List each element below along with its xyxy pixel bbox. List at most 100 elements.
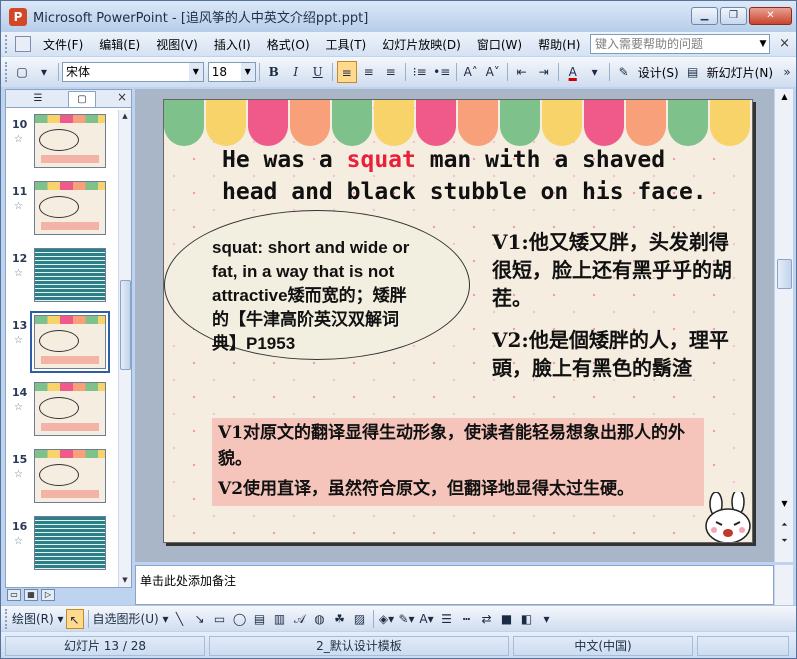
font-name-select[interactable]: 宋体 ▼ xyxy=(62,62,204,82)
outline-tab-icon[interactable]: ☰ xyxy=(24,91,52,107)
font-size-select[interactable]: 18 ▼ xyxy=(207,62,256,82)
document-icon[interactable] xyxy=(15,36,31,52)
arrow-icon[interactable]: ↘ xyxy=(191,609,209,629)
decrease-font-icon[interactable]: A˅ xyxy=(483,61,503,83)
vertical-textbox-icon[interactable]: ▥ xyxy=(271,609,289,629)
textbox-icon[interactable]: ▤ xyxy=(251,609,269,629)
select-objects-icon[interactable]: ↖ xyxy=(65,608,84,629)
slide-sorter-view-icon[interactable]: ▦ xyxy=(24,589,38,601)
menu-file[interactable]: 文件(F) xyxy=(35,36,91,53)
line-icon[interactable]: ╲ xyxy=(171,609,189,629)
dash-style-icon[interactable]: ┅ xyxy=(458,609,476,629)
help-dropdown-icon[interactable]: ▼ xyxy=(757,35,769,53)
shadow-icon[interactable]: ■ xyxy=(498,609,516,629)
3d-style-icon[interactable]: ◧ xyxy=(518,609,536,629)
slide-thumbnail[interactable] xyxy=(34,382,106,436)
align-left-icon[interactable]: ≡ xyxy=(336,61,357,83)
line-style-icon[interactable]: ☰ xyxy=(438,609,456,629)
current-slide[interactable]: He was a squat man with a shaved head an… xyxy=(163,99,753,543)
slide-thumbnail-item[interactable]: 11 ☆ xyxy=(6,177,114,235)
slide-thumbnail-item[interactable]: 12 ☆ xyxy=(6,244,114,302)
notes-scrollbar[interactable] xyxy=(774,565,793,605)
versions-textbox[interactable]: V1:他又矮又胖，头发剃得很短，脸上还有黑乎乎的胡茬。 V2:他是個矮胖的人，理… xyxy=(492,228,732,396)
bold-button[interactable]: B xyxy=(264,61,284,83)
slide-thumbnail-item[interactable]: 10 ☆ xyxy=(6,110,114,168)
slide-thumbnail-item[interactable]: 16 ☆ xyxy=(6,512,114,570)
toolbar-grip-icon[interactable] xyxy=(5,608,11,629)
slide-thumbnail-item[interactable]: 14 ☆ xyxy=(6,378,114,436)
scrollbar-thumb[interactable] xyxy=(120,280,131,370)
underline-button[interactable]: U xyxy=(308,61,328,83)
toolbar-options-icon[interactable]: ▾ xyxy=(538,609,556,629)
comparison-textbox[interactable]: V1对原文的翻译显得生动形象，使读者能轻易想象出那人的外貌。 V2使用直译，虽然… xyxy=(212,418,704,506)
slide-area-scrollbar[interactable]: ▲ ▼ ⏶ ⏷ xyxy=(774,89,793,562)
increase-font-icon[interactable]: A˄ xyxy=(461,61,481,83)
notes-input[interactable]: 单击此处添加备注 xyxy=(135,565,774,605)
slide-thumbnail[interactable] xyxy=(34,114,106,168)
menu-format[interactable]: 格式(O) xyxy=(259,36,318,53)
previous-slide-icon[interactable]: ⏶ xyxy=(777,518,792,532)
slideshow-view-icon[interactable]: ▷ xyxy=(41,589,55,601)
fill-color-icon[interactable]: ◈▾ xyxy=(378,609,396,629)
definition-text[interactable]: squat: short and wide or fat, in a way t… xyxy=(212,236,422,356)
scrollbar-thumb[interactable] xyxy=(777,259,792,289)
slides-pane-scrollbar[interactable]: ▲ ▼ xyxy=(118,110,131,587)
chevron-down-icon[interactable]: ▼ xyxy=(188,63,203,81)
close-icon[interactable]: ✕ xyxy=(749,7,792,25)
menu-help[interactable]: 帮助(H) xyxy=(530,36,588,53)
toolbar-grip-icon[interactable] xyxy=(5,62,11,82)
picture-icon[interactable]: ▨ xyxy=(351,609,369,629)
decrease-indent-icon[interactable]: ⇤ xyxy=(512,61,532,83)
design-button[interactable]: 设计(S) xyxy=(635,64,682,81)
scroll-down-icon[interactable]: ▼ xyxy=(777,496,792,512)
rectangle-icon[interactable]: ▭ xyxy=(211,609,229,629)
autoshapes-menu-button[interactable]: 自选图形(U) ▾ xyxy=(93,609,169,629)
scroll-down-icon[interactable]: ▼ xyxy=(119,574,131,587)
new-slide-button[interactable]: 新幻灯片(N) xyxy=(704,64,776,81)
wordart-icon[interactable]: 𝒜 xyxy=(291,609,309,629)
increase-indent-icon[interactable]: ⇥ xyxy=(534,61,554,83)
help-search-input[interactable]: 键入需要帮助的问题 xyxy=(590,34,770,54)
slide-thumbnail[interactable] xyxy=(34,248,106,302)
draw-menu-button[interactable]: 绘图(R) ▾ xyxy=(12,609,64,629)
menu-slideshow[interactable]: 幻灯片放映(D) xyxy=(374,36,469,53)
clipart-icon[interactable]: ☘ xyxy=(331,609,349,629)
pane-close-icon[interactable]: × xyxy=(117,90,127,104)
menu-view[interactable]: 视图(V) xyxy=(148,36,206,53)
scroll-up-icon[interactable]: ▲ xyxy=(777,89,792,105)
next-slide-icon[interactable]: ⏷ xyxy=(777,534,792,548)
line-color-icon[interactable]: ✎▾ xyxy=(398,609,416,629)
minimize-icon[interactable]: ▁ xyxy=(691,7,718,25)
align-center-icon[interactable]: ≡ xyxy=(359,61,379,83)
slide-thumbnail[interactable] xyxy=(34,449,106,503)
oval-icon[interactable]: ◯ xyxy=(231,609,249,629)
menu-insert[interactable]: 插入(I) xyxy=(206,36,259,53)
slide-thumbnail-item[interactable]: 15 ☆ xyxy=(6,445,114,503)
align-right-icon[interactable]: ≡ xyxy=(381,61,401,83)
numbering-icon[interactable]: ⁝≡ xyxy=(410,61,430,83)
restore-icon[interactable]: ❐ xyxy=(720,7,747,25)
arrow-style-icon[interactable]: ⇄ xyxy=(478,609,496,629)
new-document-icon[interactable]: ▢ xyxy=(12,61,32,83)
slide-thumbnail-item[interactable]: 13 ☆ xyxy=(6,311,114,373)
slide-thumbnail[interactable] xyxy=(34,516,106,570)
font-color-icon[interactable]: A▾ xyxy=(418,609,436,629)
diagram-icon[interactable]: ◍ xyxy=(311,609,329,629)
menu-edit[interactable]: 编辑(E) xyxy=(91,36,148,53)
bullets-icon[interactable]: •≡ xyxy=(432,61,452,83)
menu-tools[interactable]: 工具(T) xyxy=(318,36,375,53)
chevron-down-icon[interactable]: ▼ xyxy=(240,63,255,81)
font-color-icon[interactable]: A xyxy=(563,61,583,83)
toolbar-overflow-icon[interactable]: » xyxy=(777,61,796,83)
slide-thumbnail[interactable] xyxy=(30,311,110,373)
slide-headline[interactable]: He was a squat man with a shaved head an… xyxy=(222,144,722,208)
chevron-down-icon[interactable]: ▾ xyxy=(585,61,605,83)
scroll-up-icon[interactable]: ▲ xyxy=(119,110,131,123)
menu-window[interactable]: 窗口(W) xyxy=(469,36,530,53)
menu-grip-icon[interactable] xyxy=(5,35,11,53)
normal-view-icon[interactable]: ▭ xyxy=(7,589,21,601)
slide-thumbnail[interactable] xyxy=(34,181,106,235)
toolbar-options-icon[interactable]: ▾ xyxy=(34,61,54,83)
powerpoint-icon[interactable]: P xyxy=(9,7,27,26)
slides-tab-icon[interactable]: ▢ xyxy=(68,91,96,107)
